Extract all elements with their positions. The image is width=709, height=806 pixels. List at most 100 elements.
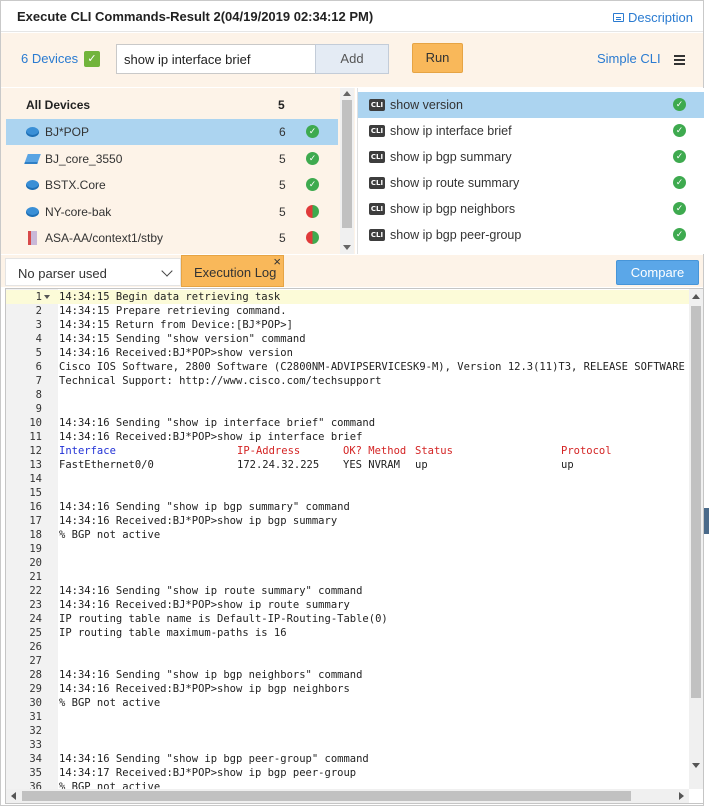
parser-select-value: No parser used	[18, 266, 107, 281]
command-row[interactable]: CLI show ip bgp neighbors ✓	[358, 196, 704, 222]
partial-status-icon	[306, 231, 319, 244]
fold-arrow-icon[interactable]	[44, 295, 50, 299]
scroll-down-arrow-icon[interactable]	[692, 763, 700, 768]
add-button[interactable]: Add	[315, 44, 389, 74]
command-list-panel: CLI show version ✓ CLI show ip interface…	[357, 88, 704, 254]
command-toolbar: 6 Devices ✓ Add Run Simple CLI	[1, 33, 703, 87]
line-number: 27	[29, 655, 42, 667]
log-line: 34 14:34:16 Sending "show ip bgp peer-gro…	[6, 752, 690, 766]
hamburger-menu-icon[interactable]	[674, 55, 685, 57]
run-button[interactable]: Run	[412, 43, 463, 73]
device-row[interactable]: BJ_core_3550 5 ✓	[6, 146, 338, 172]
log-line: 24 IP routing table name is Default-IP-Ro…	[6, 612, 690, 626]
line-number: 34	[29, 753, 42, 765]
log-table-cell: Interface	[59, 445, 116, 457]
scroll-thumb[interactable]	[691, 306, 701, 698]
tab-execution-log[interactable]: Execution Log ×	[181, 254, 284, 287]
log-line: 31	[6, 710, 690, 724]
device-list-scrollbar[interactable]	[340, 88, 354, 254]
log-line: 26	[6, 640, 690, 654]
description-link[interactable]: Description	[612, 10, 693, 25]
line-number: 15	[29, 487, 42, 499]
scroll-left-arrow-icon[interactable]	[11, 792, 16, 800]
device-count: 5	[279, 152, 286, 166]
log-line: 4 14:34:15 Sending "show version" command	[6, 332, 690, 346]
line-number: 24	[29, 613, 42, 625]
cli-icon: CLI	[369, 203, 385, 215]
window-title: Execute CLI Commands-Result 2(04/19/2019…	[17, 9, 374, 24]
line-number: 32	[29, 725, 42, 737]
line-number: 11	[29, 431, 42, 443]
log-line-text: 14:34:17 Received:BJ*POP>show ip bgp pee…	[59, 767, 357, 779]
log-line: 8	[6, 388, 690, 402]
device-count: 5	[279, 178, 286, 192]
tab-execution-log-label: Execution Log	[194, 265, 277, 280]
scroll-right-arrow-icon[interactable]	[679, 792, 684, 800]
log-line: 3 14:34:15 Return from Device:[BJ*POP>]	[6, 318, 690, 332]
log-table-cell: up	[561, 459, 574, 471]
command-input[interactable]	[116, 44, 316, 74]
success-check-icon: ✓	[673, 228, 686, 241]
line-number: 33	[29, 739, 42, 751]
log-table-cell: IP-Address	[237, 445, 301, 457]
log-horizontal-scrollbar[interactable]	[6, 789, 689, 803]
log-line: 22 14:34:16 Sending "show ip route summar…	[6, 584, 690, 598]
command-row[interactable]: CLI show ip bgp summary ✓	[358, 144, 704, 170]
device-row[interactable]: NY-core-bak 5	[6, 199, 338, 225]
execution-log-editor[interactable]: 1 14:34:15 Begin data retrieving task 2 14:…	[5, 288, 704, 804]
log-lines: 1 14:34:15 Begin data retrieving task 2 14:…	[6, 290, 690, 803]
log-line-text: 14:34:15 Begin data retrieving task	[59, 291, 281, 303]
scroll-up-arrow-icon[interactable]	[343, 91, 351, 96]
router-icon	[26, 207, 39, 217]
all-devices-header[interactable]: All Devices 5	[1, 88, 339, 119]
log-line: 29 14:34:16 Received:BJ*POP>show ip bgp n…	[6, 682, 690, 696]
all-devices-count: 5	[278, 98, 285, 112]
line-number: 12	[29, 445, 42, 457]
log-line: 33	[6, 738, 690, 752]
line-number: 22	[29, 585, 42, 597]
close-tab-icon[interactable]: ×	[273, 254, 281, 269]
line-number: 18	[29, 529, 42, 541]
log-vertical-scrollbar[interactable]	[689, 289, 703, 789]
device-count: 6	[279, 125, 286, 139]
command-row[interactable]: CLI show version ✓	[358, 92, 704, 118]
parser-select[interactable]: No parser used	[5, 258, 181, 286]
devices-link[interactable]: 6 Devices	[21, 51, 78, 66]
line-number: 16	[29, 501, 42, 513]
device-row[interactable]: BJ*POP 6 ✓	[6, 119, 338, 145]
command-row[interactable]: CLI show ip route summary ✓	[358, 170, 704, 196]
log-line-text: 14:34:15 Prepare retrieving command.	[59, 305, 287, 317]
scroll-up-arrow-icon[interactable]	[692, 294, 700, 299]
scroll-thumb[interactable]	[22, 791, 631, 801]
device-row[interactable]: BSTX.Core 5 ✓	[6, 172, 338, 198]
chevron-down-icon	[161, 265, 173, 277]
cli-icon: CLI	[369, 99, 385, 111]
log-line: 16 14:34:16 Sending "show ip bgp summary"…	[6, 500, 690, 514]
line-number: 13	[29, 459, 42, 471]
background-window-edge	[704, 508, 709, 534]
router-icon	[26, 180, 39, 190]
log-line-text: 14:34:16 Received:BJ*POP>show ip bgp nei…	[59, 683, 350, 695]
log-line-text: Technical Support: http://www.cisco.com/…	[59, 375, 382, 387]
command-row[interactable]: CLI show ip interface brief ✓	[358, 118, 704, 144]
success-check-icon: ✓	[673, 202, 686, 215]
log-line: 2 14:34:15 Prepare retrieving command.	[6, 304, 690, 318]
compare-button[interactable]: Compare	[616, 260, 699, 285]
device-name: BJ*POP	[45, 125, 90, 139]
line-number: 26	[29, 641, 42, 653]
simple-cli-link[interactable]: Simple CLI	[597, 51, 661, 66]
devices-checkbox-icon[interactable]: ✓	[84, 51, 100, 67]
scroll-down-arrow-icon[interactable]	[343, 245, 351, 250]
scroll-thumb[interactable]	[342, 100, 352, 228]
line-number: 19	[29, 543, 42, 555]
success-check-icon: ✓	[673, 176, 686, 189]
log-line: 12 Interface IP-Address OK? Method Status Pro…	[6, 444, 690, 458]
line-number: 17	[29, 515, 42, 527]
device-row[interactable]: ASA-AA/context1/stby 5	[6, 225, 338, 251]
title-bar: Execute CLI Commands-Result 2(04/19/2019…	[1, 1, 703, 32]
partial-status-icon	[306, 205, 319, 218]
success-check-icon: ✓	[673, 150, 686, 163]
line-number: 23	[29, 599, 42, 611]
command-row[interactable]: CLI show ip bgp peer-group ✓	[358, 222, 704, 248]
log-line: 9	[6, 402, 690, 416]
